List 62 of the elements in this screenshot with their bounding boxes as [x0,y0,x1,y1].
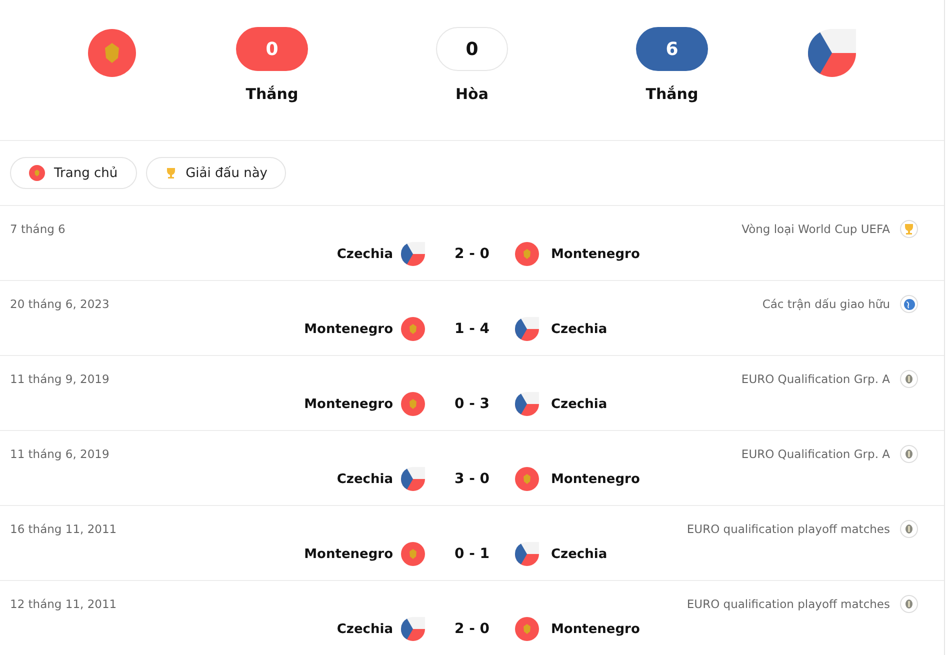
team-flag-icon [515,242,539,266]
match-score: 0 - 3 [453,396,491,412]
away-team: Montenegro [551,472,641,486]
win-count: 6 [636,27,708,71]
match-score: 2 - 0 [453,621,491,637]
team-flag-icon [29,165,45,181]
away-team: Montenegro [551,622,641,636]
match-date: 11 tháng 9, 2019 [10,372,110,386]
home-team: Czechia [336,472,393,486]
match-date: 11 tháng 6, 2019 [10,447,110,461]
home-team: Montenegro [303,396,393,412]
team-flag-icon [401,242,425,266]
competition-name: Vòng loại World Cup UEFA [742,222,890,236]
match-row[interactable]: 11 tháng 6, 2019 EURO Qualification Grp. A Czechia 3 - 0 Montenegro [0,431,944,506]
away-team: Czechia [551,546,608,562]
competition-name: EURO qualification playoff matches [686,597,890,611]
team-flag-icon [515,467,539,491]
result-label: Thắng [246,85,298,103]
match-row[interactable]: 16 tháng 11, 2011 EURO qualification playoff matches Montenegro 0 - 1 Czechia [0,506,944,581]
team-flag-icon [808,29,856,77]
match-row[interactable]: 12 tháng 11, 2011 EURO qualification playoff matches Czechia 2 - 0 Montenegro [0,581,944,655]
away-team: Czechia [551,322,608,336]
team-flag-icon [401,542,425,566]
match-score: 2 - 0 [453,246,491,262]
match-score: 1 - 4 [453,321,491,337]
home-team: Czechia [336,622,393,636]
globe-icon [904,298,914,310]
match-date: 16 tháng 11, 2011 [10,522,117,536]
competition-name: EURO Qualification Grp. A [741,372,890,386]
team-flag-icon [401,617,425,641]
team-flag-icon [401,317,425,341]
result-label: Hòa [456,85,488,103]
home-team: Czechia [336,246,393,262]
competition-name: EURO qualification playoff matches [686,522,890,536]
team-flag-icon [515,542,539,566]
match-score: 0 - 1 [453,546,491,562]
match-date: 20 tháng 6, 2023 [10,297,110,311]
win-count: 0 [236,27,308,71]
competition-name: EURO Qualification Grp. A [741,447,890,461]
team-flag-icon [515,317,539,341]
match-date: 7 tháng 6 [10,222,66,236]
win-count: 0 [436,27,508,71]
filter-chip[interactable]: Giải đấu này [146,157,286,189]
home-team: Montenegro [303,322,393,336]
away-team: Montenegro [551,246,641,262]
match-row[interactable]: 7 tháng 6 Vòng loại World Cup UEFA Czechia 2 - 0 Montenegro [0,206,944,281]
home-team: Montenegro [303,546,393,562]
team-flag-icon [401,467,425,491]
match-row[interactable]: 11 tháng 9, 2019 EURO Qualification Grp. A Montenegro 0 - 3 Czechia [0,356,944,431]
team-flag-icon [88,29,136,77]
match-date: 12 tháng 11, 2011 [10,597,117,611]
filter-chip[interactable]: Trang chủ [10,157,137,189]
team-flag-icon [515,392,539,416]
team-flag-icon [401,392,425,416]
match-row[interactable]: 20 tháng 6, 2023 Các trận dấu giao hữu Montenegro 1 - 4 Czechia [0,281,944,356]
competition-name: Các trận dấu giao hữu [762,297,890,311]
away-team: Czechia [551,396,608,412]
trophy-icon [903,223,915,235]
match-score: 3 - 0 [453,471,491,487]
team-flag-icon [515,617,539,641]
result-label: Thắng [646,85,698,103]
trophy-icon [164,167,177,179]
